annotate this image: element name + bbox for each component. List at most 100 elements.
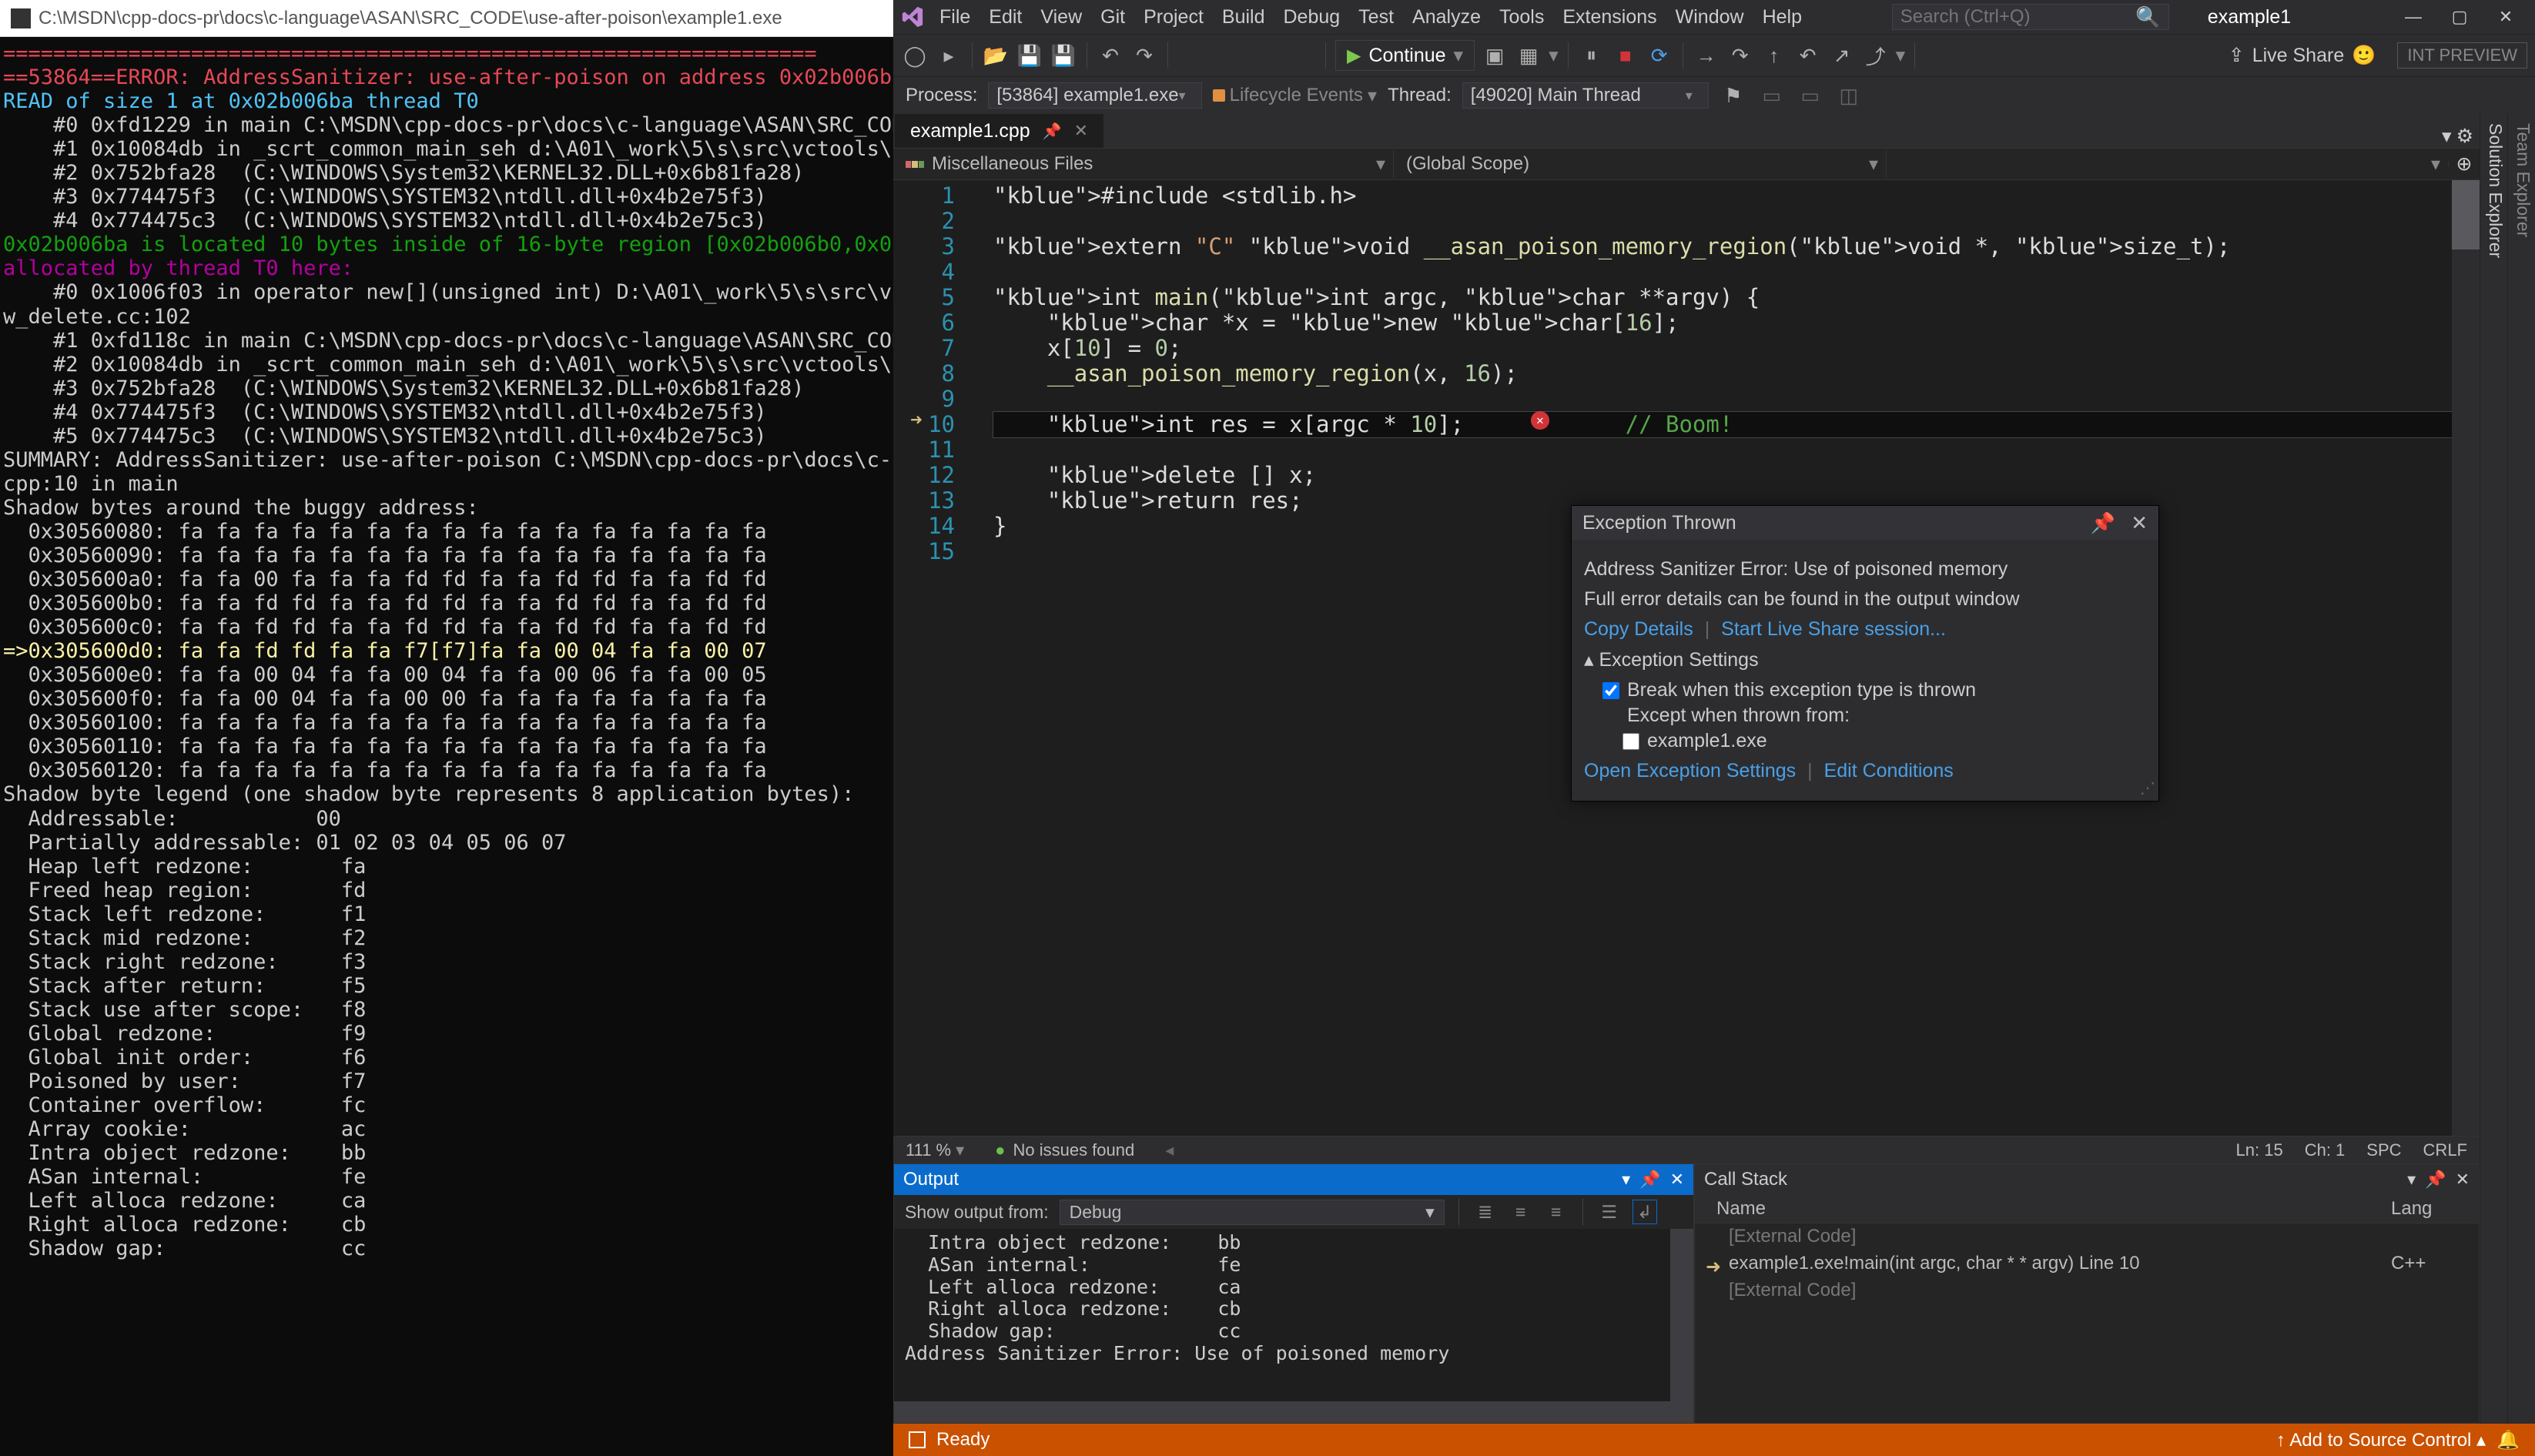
- scope-project[interactable]: Miscellaneous Files▾: [893, 150, 1394, 178]
- liveshare-button[interactable]: Live Share: [2252, 45, 2345, 67]
- search-input[interactable]: [1900, 6, 2131, 28]
- console-titlebar[interactable]: C:\MSDN\cpp-docs-pr\docs\c-language\ASAN…: [0, 0, 893, 37]
- vertical-scrollbar[interactable]: [2452, 180, 2480, 1136]
- process-dropdown[interactable]: [53864] example1.exe▾: [988, 82, 1201, 109]
- break-checkbox[interactable]: [1602, 682, 1619, 699]
- solution-explorer-tab[interactable]: Solution Explorer: [2480, 114, 2507, 1424]
- output-btn[interactable]: ≣: [1473, 1200, 1498, 1224]
- save-icon[interactable]: 💾: [1016, 42, 1043, 69]
- save-all-icon[interactable]: 💾: [1050, 42, 1077, 69]
- output-text[interactable]: Intra object redzone: bb ASan internal: …: [894, 1229, 1693, 1423]
- exception-title-bar[interactable]: Exception Thrown 📌✕: [1572, 506, 2158, 540]
- exception-settings-toggle[interactable]: ▴ Exception Settings: [1584, 648, 2146, 671]
- copy-details-link[interactable]: Copy Details: [1584, 618, 1693, 640]
- add-source-control-button[interactable]: ↑ Add to Source Control ▴: [2276, 1429, 2486, 1451]
- pin-icon[interactable]: 📌: [2425, 1170, 2446, 1190]
- step-into-icon[interactable]: →: [1693, 42, 1720, 69]
- edit-conditions-link[interactable]: Edit Conditions: [1824, 760, 1954, 782]
- menu-tools[interactable]: Tools: [1490, 3, 1553, 31]
- tab-example1-cpp[interactable]: example1.cpp 📌 ✕: [895, 114, 1103, 148]
- step-out-icon[interactable]: ↑: [1760, 42, 1788, 69]
- continue-button[interactable]: ▶ Continue ▾: [1335, 40, 1475, 71]
- menu-analyze[interactable]: Analyze: [1403, 3, 1490, 31]
- menu-test[interactable]: Test: [1349, 3, 1403, 31]
- output-hscrollbar[interactable]: [894, 1401, 1693, 1423]
- error-glyph-icon[interactable]: ✕: [1531, 411, 1549, 430]
- nav-back-icon[interactable]: ◯: [901, 42, 929, 69]
- menu-window[interactable]: Window: [1666, 3, 1753, 31]
- menu-git[interactable]: Git: [1091, 3, 1134, 31]
- tool-icon[interactable]: ▣: [1481, 42, 1509, 69]
- menu-view[interactable]: View: [1031, 3, 1091, 31]
- word-wrap-icon[interactable]: ↲: [1633, 1200, 1657, 1224]
- menu-extensions[interactable]: Extensions: [1553, 3, 1666, 31]
- thread-dropdown[interactable]: [49020] Main Thread▾: [1462, 82, 1709, 109]
- team-explorer-tab[interactable]: Team Explorer: [2507, 114, 2535, 1424]
- menu-file[interactable]: File: [930, 3, 980, 31]
- minimize-button[interactable]: ―: [2390, 0, 2436, 34]
- menu-build[interactable]: Build: [1213, 3, 1274, 31]
- output-btn[interactable]: ≡: [1544, 1200, 1569, 1224]
- redo-icon[interactable]: ↷: [1130, 42, 1158, 69]
- pin-icon[interactable]: 📌: [1639, 1170, 1660, 1190]
- output-vscrollbar[interactable]: [1670, 1229, 1693, 1423]
- step-icon[interactable]: ⤴: [1862, 42, 1890, 69]
- flag-icon[interactable]: ⚑: [1720, 82, 1747, 109]
- dropdown-icon[interactable]: ▾: [2407, 1170, 2416, 1190]
- step-icon[interactable]: ↶: [1794, 42, 1822, 69]
- feedback-icon[interactable]: 🙂: [2352, 45, 2376, 67]
- status-icon[interactable]: [909, 1431, 926, 1448]
- callstack-row[interactable]: [External Code]: [1695, 1223, 2479, 1250]
- search-box[interactable]: 🔍: [1892, 4, 2169, 30]
- output-btn[interactable]: ☰: [1597, 1200, 1622, 1224]
- liveshare-icon[interactable]: ⇪: [2229, 44, 2245, 67]
- close-icon[interactable]: ✕: [2456, 1170, 2470, 1190]
- menu-debug[interactable]: Debug: [1274, 3, 1350, 31]
- scope-member[interactable]: ▾: [1887, 161, 2449, 167]
- dropdown-icon[interactable]: ▾: [1622, 1170, 1630, 1190]
- open-file-icon[interactable]: 📂: [982, 42, 1010, 69]
- close-button[interactable]: ✕: [2483, 0, 2529, 34]
- restart-icon[interactable]: ⟳: [1646, 42, 1673, 69]
- maximize-button[interactable]: ▢: [2436, 0, 2483, 34]
- stack-icon[interactable]: ▭: [1758, 82, 1786, 109]
- vs-logo-icon[interactable]: [899, 4, 926, 30]
- stack-icon[interactable]: ▭: [1797, 82, 1824, 109]
- notifications-icon[interactable]: 🔔: [2496, 1429, 2520, 1451]
- undo-icon[interactable]: ↶: [1097, 42, 1124, 69]
- callstack-row[interactable]: ➜example1.exe!main(int argc, char * * ar…: [1695, 1250, 2479, 1277]
- tab-overflow-icon[interactable]: ▾: [2442, 125, 2452, 148]
- config-dropdown[interactable]: [1177, 42, 1316, 69]
- console-output[interactable]: ========================================…: [0, 37, 893, 1456]
- lifecycle-events[interactable]: Lifecycle Events▾: [1213, 85, 1377, 107]
- start-liveshare-link[interactable]: Start Live Share session...: [1721, 618, 1946, 640]
- close-icon[interactable]: ✕: [2131, 511, 2148, 535]
- pin-icon[interactable]: 📌: [2091, 511, 2115, 535]
- tool-icon[interactable]: ▦: [1515, 42, 1542, 69]
- hscroll-left-icon[interactable]: ◂: [1165, 1140, 1174, 1160]
- stop-icon[interactable]: ■: [1612, 42, 1639, 69]
- scope-namespace[interactable]: (Global Scope)▾: [1394, 150, 1887, 178]
- callstack-row[interactable]: [External Code]: [1695, 1277, 2479, 1304]
- close-icon[interactable]: ✕: [1670, 1170, 1684, 1190]
- search-icon[interactable]: 🔍: [2135, 5, 2160, 29]
- split-icon[interactable]: ⊕: [2449, 152, 2480, 176]
- output-source-dropdown[interactable]: Debug▾: [1060, 1200, 1445, 1225]
- output-panel-header[interactable]: Output ▾📌✕: [894, 1164, 1693, 1195]
- close-tab-icon[interactable]: ✕: [1074, 121, 1088, 141]
- stack-icon[interactable]: ◫: [1835, 82, 1863, 109]
- output-btn[interactable]: ≡: [1509, 1200, 1533, 1224]
- exe-checkbox[interactable]: [1622, 733, 1639, 750]
- step-over-icon[interactable]: ↷: [1726, 42, 1754, 69]
- nav-fwd-icon[interactable]: ▸: [935, 42, 963, 69]
- tab-settings-icon[interactable]: ⚙: [2456, 125, 2473, 148]
- callstack-header[interactable]: Call Stack ▾📌✕: [1695, 1164, 2479, 1195]
- pause-icon[interactable]: ⏸: [1578, 42, 1606, 69]
- menu-edit[interactable]: Edit: [980, 3, 1031, 31]
- open-exc-settings-link[interactable]: Open Exception Settings: [1584, 760, 1796, 782]
- step-icon[interactable]: ↗: [1828, 42, 1856, 69]
- resize-grip-icon[interactable]: ⋰: [2140, 778, 2155, 798]
- menu-help[interactable]: Help: [1753, 3, 1811, 31]
- pin-icon[interactable]: 📌: [1043, 122, 1062, 141]
- menu-project[interactable]: Project: [1134, 3, 1213, 31]
